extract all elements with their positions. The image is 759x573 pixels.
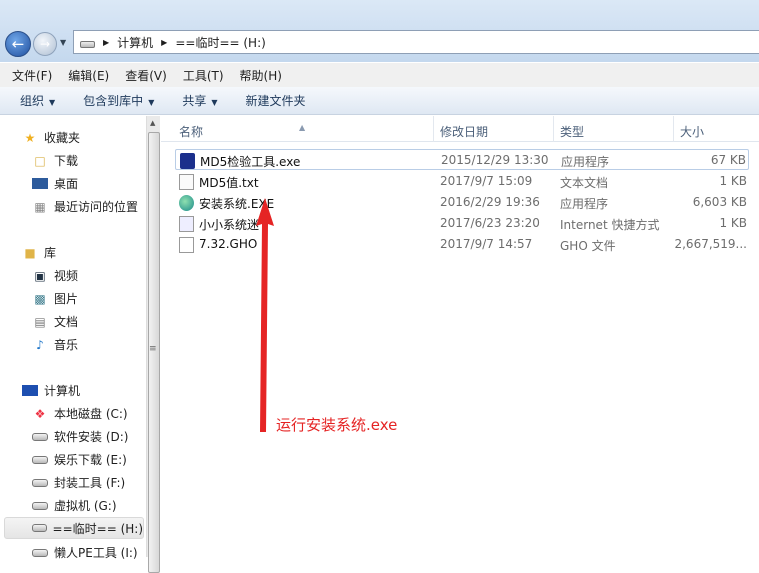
annotation-arrow <box>256 198 274 432</box>
red-arrow-icon <box>256 198 274 432</box>
annotation-text: 运行安装系统.exe <box>276 416 398 434</box>
